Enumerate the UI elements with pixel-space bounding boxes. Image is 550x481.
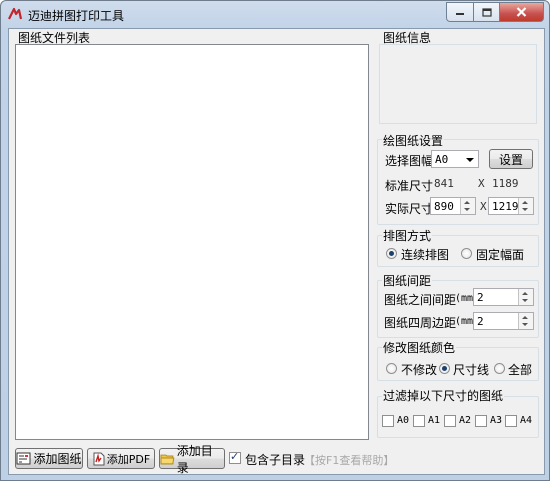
add-directory-label: 添加目录 [176, 443, 213, 475]
between-value: 2 [477, 291, 484, 304]
margin-value: 2 [477, 315, 484, 328]
include-subdir-label[interactable]: 包含子目录 [245, 451, 305, 468]
actual-size-label: 实际尺寸 [385, 202, 434, 216]
filter-a3-label: A3 [490, 415, 503, 426]
margin-label: 图纸四周边距 [384, 316, 457, 330]
paper-size-value: A0 [435, 153, 449, 166]
all-radio[interactable] [494, 363, 505, 374]
paper-size-select[interactable]: A0 [431, 150, 479, 168]
dimension-line-label[interactable]: 尺寸线 [453, 361, 489, 378]
add-drawing-button[interactable]: 添加图纸 [15, 448, 83, 469]
caption-buttons [446, 2, 544, 22]
spin-arrows-icon[interactable] [518, 198, 533, 214]
add-drawing-label: 添加图纸 [33, 452, 82, 466]
add-pdf-button[interactable]: 添加PDF [87, 448, 155, 469]
dimension-line-radio[interactable] [439, 363, 450, 374]
close-button[interactable] [500, 2, 544, 22]
layout-mode-label: 排图方式 [382, 227, 433, 244]
spin-arrows-icon[interactable] [460, 198, 475, 214]
filter-a1-label: A1 [428, 415, 441, 426]
actual-height-value: 1219 [492, 200, 519, 213]
filter-label: 过滤掉以下尺寸的图纸 [382, 387, 505, 404]
actual-height-stepper[interactable]: 1219 [488, 197, 534, 215]
color-label: 修改图纸颜色 [382, 339, 457, 356]
continuous-radio[interactable] [386, 248, 397, 259]
standard-size-label: 标准尺寸 [385, 179, 434, 193]
maximize-icon [481, 7, 492, 17]
close-icon [516, 7, 527, 17]
folder-icon [160, 454, 175, 464]
app-window: 迈迪拼图打印工具 图纸文件列表 图纸信息 绘图纸设置 选择图幅 A0 设置 标准… [0, 0, 550, 481]
between-label: 图纸之间间距 [384, 293, 457, 307]
maximize-button[interactable] [474, 2, 500, 22]
add-pdf-label: 添加PDF [106, 452, 151, 466]
standard-height: 1189 [492, 177, 519, 190]
settings-button[interactable]: 设置 [489, 149, 533, 169]
chevron-down-icon [466, 158, 474, 162]
minimize-icon [456, 13, 464, 15]
app-logo-icon [8, 7, 23, 20]
minimize-button[interactable] [446, 2, 474, 22]
fixed-radio[interactable] [461, 248, 472, 259]
title-bar[interactable]: 迈迪拼图打印工具 [1, 1, 549, 27]
filter-a2-checkbox[interactable] [444, 415, 456, 427]
standard-times: X [478, 177, 485, 190]
all-label[interactable]: 全部 [508, 361, 532, 378]
no-change-label[interactable]: 不修改 [401, 361, 437, 378]
add-directory-button[interactable]: 添加目录 [159, 444, 225, 475]
filter-a3-checkbox[interactable] [475, 415, 487, 427]
file-list[interactable] [15, 44, 369, 440]
include-subdir-checkbox[interactable] [229, 450, 241, 464]
filter-a2-label: A2 [459, 415, 472, 426]
spin-arrows-icon[interactable] [518, 289, 533, 305]
spacing-label: 图纸间距 [382, 272, 433, 289]
info-panel [379, 44, 537, 124]
pdf-icon [93, 452, 105, 465]
actual-width-stepper[interactable]: 890 [430, 197, 476, 215]
paper-size-label: 选择图幅 [385, 154, 434, 168]
add-drawing-icon [16, 452, 31, 465]
between-stepper[interactable]: 2 [473, 288, 534, 306]
window-title: 迈迪拼图打印工具 [28, 9, 125, 23]
filter-a0-label: A0 [397, 415, 410, 426]
filter-a1-checkbox[interactable] [413, 415, 425, 427]
client-area: 图纸文件列表 图纸信息 绘图纸设置 选择图幅 A0 设置 标准尺寸 841 X … [8, 28, 545, 475]
fixed-label[interactable]: 固定幅面 [476, 246, 524, 263]
no-change-radio[interactable] [386, 363, 397, 374]
actual-times: X [480, 200, 487, 213]
spin-arrows-icon[interactable] [518, 313, 533, 329]
filter-a4-label: A4 [520, 415, 533, 426]
continuous-label[interactable]: 连续排图 [401, 246, 449, 263]
settings-label: 绘图纸设置 [382, 132, 445, 149]
filter-a0-checkbox[interactable] [382, 415, 394, 427]
help-hint: 【按F1查看帮助】 [304, 454, 395, 467]
standard-width: 841 [434, 177, 454, 190]
actual-width-value: 890 [434, 200, 454, 213]
margin-stepper[interactable]: 2 [473, 312, 534, 330]
filter-a4-checkbox[interactable] [505, 415, 517, 427]
